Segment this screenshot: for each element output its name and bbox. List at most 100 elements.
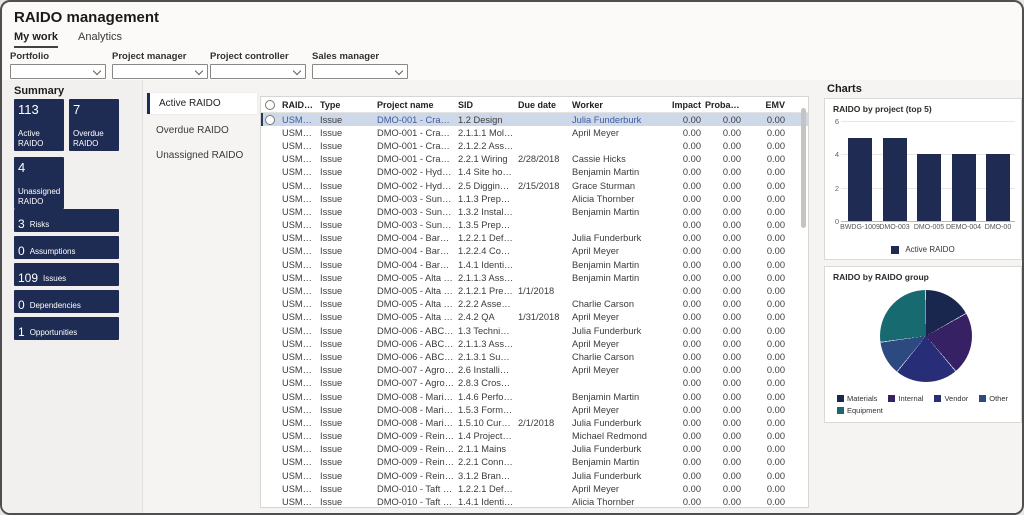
- cell-project[interactable]: DMO-007 - Agro Design I...: [377, 378, 458, 388]
- sales-manager-dropdown[interactable]: [312, 64, 408, 79]
- cell-project[interactable]: DMO-003 - Sunrise Indus...: [377, 207, 458, 217]
- cell-id[interactable]: USMF-00...: [282, 128, 320, 138]
- cell-worker[interactable]: Alicia Thornber: [572, 497, 665, 507]
- table-row[interactable]: USMF-00...IssueDMO-003 - Sunrise Indus..…: [261, 219, 808, 232]
- table-row[interactable]: USMF-00...IssueDMO-008 - Marinda Limit..…: [261, 403, 808, 416]
- cell-project[interactable]: DMO-004 - Barnes & Co: [377, 246, 458, 256]
- table-row[interactable]: USMF-00...IssueDMO-004 - Barnes & Co1.2.…: [261, 245, 808, 258]
- cell-project[interactable]: DMO-004 - Barnes & Co: [377, 233, 458, 243]
- header-due-date[interactable]: Due date: [518, 100, 572, 110]
- cell-id[interactable]: USMF-00...: [282, 484, 320, 494]
- table-row[interactable]: USMF-00...IssueDMO-005 - Alta Tech2.1.1.…: [261, 271, 808, 284]
- cell-id[interactable]: USMF-00...: [282, 154, 320, 164]
- cell-project[interactable]: DMO-007 - Agro Design I...: [377, 365, 458, 375]
- cell-project[interactable]: DMO-009 - Reinhart Inc.: [377, 457, 458, 467]
- cell-project[interactable]: DMO-002 - Hydro Tech: [377, 167, 458, 177]
- tile-risks[interactable]: 3 Risks: [14, 209, 119, 232]
- cell-worker[interactable]: April Meyer: [572, 405, 665, 415]
- cell-id[interactable]: USMF-00...: [282, 365, 320, 375]
- table-row[interactable]: USMF-00...IssueDMO-007 - Agro Design I..…: [261, 364, 808, 377]
- cell-project[interactable]: DMO-005 - Alta Tech: [377, 273, 458, 283]
- header-worker[interactable]: Worker: [572, 100, 665, 110]
- cell-id[interactable]: USMF-00...: [282, 457, 320, 467]
- cell-worker[interactable]: April Meyer: [572, 128, 665, 138]
- header-impact[interactable]: Impact: [665, 100, 705, 110]
- table-row[interactable]: USMF-00...IssueDMO-006 - ABC Consulting2…: [261, 350, 808, 363]
- cell-worker[interactable]: Cassie Hicks: [572, 154, 665, 164]
- cell-id[interactable]: USMF-00...: [282, 141, 320, 151]
- cell-worker[interactable]: April Meyer: [572, 484, 665, 494]
- cell-project[interactable]: DMO-003 - Sunrise Indus...: [377, 194, 458, 204]
- cell-worker[interactable]: Julia Funderburk: [572, 418, 665, 428]
- cell-project[interactable]: DMO-001 - Crane & Son: [377, 154, 458, 164]
- tile-unassigned-raido[interactable]: 4 Unassigned RAIDO: [14, 157, 64, 209]
- cell-id[interactable]: USMF-00...: [282, 312, 320, 322]
- cell-id[interactable]: USMF-00...: [282, 378, 320, 388]
- header-radio-cell[interactable]: [265, 100, 282, 110]
- cell-project[interactable]: DMO-001 - Crane & Son: [377, 141, 458, 151]
- cell-worker[interactable]: Julia Funderburk: [572, 233, 665, 243]
- project-manager-dropdown[interactable]: [112, 64, 208, 79]
- table-row[interactable]: USMF-00...IssueDMO-009 - Reinhart Inc.2.…: [261, 443, 808, 456]
- cell-id[interactable]: USMF-00...: [282, 299, 320, 309]
- cell-id[interactable]: USMF-00...: [282, 352, 320, 362]
- cell-id[interactable]: USMF-00...: [282, 167, 320, 177]
- cell-id[interactable]: USMF-00...: [282, 260, 320, 270]
- table-row[interactable]: USMF-00...IssueDMO-001 - Crane & Son2.1.…: [261, 126, 808, 139]
- cell-project[interactable]: DMO-001 - Crane & Son: [377, 128, 458, 138]
- tile-overdue-raido[interactable]: 7 Overdue RAIDO: [69, 99, 119, 151]
- table-row[interactable]: USMF-00...IssueDMO-008 - Marinda Limit..…: [261, 416, 808, 429]
- cell-id[interactable]: USMF-00...: [282, 115, 320, 125]
- cell-worker[interactable]: Benjamin Martin: [572, 260, 665, 270]
- cell-worker[interactable]: Grace Sturman: [572, 181, 665, 191]
- cell-worker[interactable]: Benjamin Martin: [572, 273, 665, 283]
- cell-worker[interactable]: Charlie Carson: [572, 352, 665, 362]
- cell-worker[interactable]: Charlie Carson: [572, 299, 665, 309]
- cell-worker[interactable]: Benjamin Martin: [572, 392, 665, 402]
- table-row[interactable]: USMF-00...IssueDMO-010 - Taft Securities…: [261, 482, 808, 495]
- table-row[interactable]: USMF-00...IssueDMO-001 - Crane & Son1.2 …: [261, 113, 808, 126]
- list-tab-active-raido[interactable]: Active RAIDO: [147, 93, 257, 114]
- table-row[interactable]: USMF-00...IssueDMO-001 - Crane & Son2.2.…: [261, 153, 808, 166]
- cell-worker[interactable]: Alicia Thornber: [572, 194, 665, 204]
- cell-id[interactable]: USMF-00...: [282, 405, 320, 415]
- cell-id[interactable]: USMF-00...: [282, 497, 320, 507]
- list-tab-overdue-raido[interactable]: Overdue RAIDO: [147, 120, 257, 141]
- cell-project[interactable]: DMO-002 - Hydro Tech: [377, 181, 458, 191]
- table-row[interactable]: USMF-00...IssueDMO-002 - Hydro Tech2.5 D…: [261, 179, 808, 192]
- cell-id[interactable]: USMF-00...: [282, 194, 320, 204]
- cell-project[interactable]: DMO-005 - Alta Tech: [377, 286, 458, 296]
- table-row[interactable]: USMF-00...IssueDMO-005 - Alta Tech2.4.2 …: [261, 311, 808, 324]
- cell-worker[interactable]: Julia Funderburk: [572, 444, 665, 454]
- table-row[interactable]: USMF-00...IssueDMO-006 - ABC Consulting2…: [261, 337, 808, 350]
- tile-issues[interactable]: 109 Issues: [14, 263, 119, 286]
- table-row[interactable]: USMF-00...IssueDMO-009 - Reinhart Inc.3.…: [261, 469, 808, 482]
- cell-project[interactable]: DMO-009 - Reinhart Inc.: [377, 431, 458, 441]
- list-tab-unassigned-raido[interactable]: Unassigned RAIDO: [147, 145, 257, 166]
- cell-worker[interactable]: April Meyer: [572, 312, 665, 322]
- table-row[interactable]: USMF-00...IssueDMO-008 - Marinda Limit..…: [261, 390, 808, 403]
- cell-id[interactable]: USMF-00...: [282, 471, 320, 481]
- cell-worker[interactable]: Benjamin Martin: [572, 167, 665, 177]
- project-controller-dropdown[interactable]: [210, 64, 306, 79]
- cell-project[interactable]: DMO-004 - Barnes & Co: [377, 260, 458, 270]
- cell-worker[interactable]: Julia Funderburk: [572, 471, 665, 481]
- table-row[interactable]: USMF-00...IssueDMO-009 - Reinhart Inc.2.…: [261, 456, 808, 469]
- cell-id[interactable]: USMF-00...: [282, 431, 320, 441]
- cell-id[interactable]: USMF-00...: [282, 273, 320, 283]
- tile-opportunities[interactable]: 1 Opportunities: [14, 317, 119, 340]
- cell-project[interactable]: DMO-001 - Crane & Son: [377, 115, 458, 125]
- tile-assumptions[interactable]: 0 Assumptions: [14, 236, 119, 259]
- cell-project[interactable]: DMO-006 - ABC Consulting: [377, 326, 458, 336]
- cell-project[interactable]: DMO-003 - Sunrise Indus...: [377, 220, 458, 230]
- cell-id[interactable]: USMF-00...: [282, 207, 320, 217]
- table-row[interactable]: USMF-00...IssueDMO-009 - Reinhart Inc.1.…: [261, 430, 808, 443]
- table-row[interactable]: USMF-00...IssueDMO-003 - Sunrise Indus..…: [261, 192, 808, 205]
- cell-worker[interactable]: Julia Funderburk: [572, 326, 665, 336]
- header-emv[interactable]: EMV: [745, 100, 795, 110]
- cell-project[interactable]: DMO-010 - Taft Securities: [377, 497, 458, 507]
- cell-id[interactable]: USMF-00...: [282, 444, 320, 454]
- cell-id[interactable]: USMF-00...: [282, 392, 320, 402]
- row-radio-cell[interactable]: [265, 115, 282, 125]
- cell-project[interactable]: DMO-006 - ABC Consulting: [377, 339, 458, 349]
